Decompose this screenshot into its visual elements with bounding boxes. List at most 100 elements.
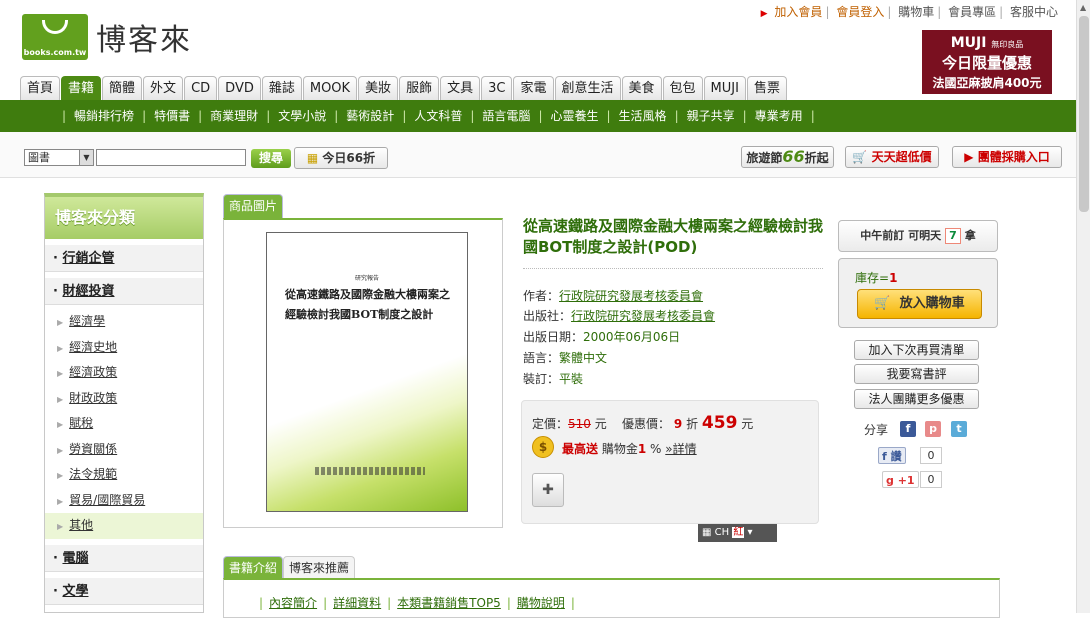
subnav-item[interactable]: 文學小說 — [278, 109, 326, 123]
sidebar-subitem[interactable]: ▶ 經濟學 — [45, 309, 203, 335]
facebook-like-button[interactable]: f 讚 — [878, 447, 906, 464]
corporate-purchase-button[interactable]: 法人團購更多優惠 — [854, 389, 979, 409]
author-link[interactable]: 行政院研究發展考核委員會 — [559, 289, 703, 303]
content-intro-link[interactable]: 內容簡介 — [269, 596, 317, 610]
search-input[interactable] — [96, 149, 246, 166]
main-tab[interactable]: CD — [184, 76, 218, 100]
sidebar-cat-computer[interactable]: · 電腦 — [45, 543, 203, 572]
page-scrollbar[interactable]: ▲ — [1076, 0, 1090, 613]
sidebar-subitem[interactable]: ▶ 經濟史地 — [45, 335, 203, 361]
daily-low-price-button[interactable]: 🛒 天天超低價 — [845, 146, 939, 168]
gplus-button[interactable]: g +1 — [882, 471, 919, 488]
service-center-link[interactable]: 客服中心 — [1010, 5, 1058, 19]
cover-publisher-mark — [315, 467, 425, 475]
arrow-right-icon: ▶ — [57, 394, 64, 404]
main-tab[interactable]: 文具 — [440, 76, 481, 100]
write-review-button[interactable]: 我要寫書評 — [854, 364, 979, 384]
main-tab[interactable]: 雜誌 — [261, 76, 302, 100]
sale-price: 459 — [701, 413, 738, 433]
search-bar: 圖書 ▼ 搜尋 ▦ 今日66折 旅遊節66折起 🛒 天天超低價 ▶ 團體採購入口 — [0, 132, 1076, 178]
bonus-detail-link[interactable]: »詳情 — [665, 442, 696, 456]
subnav-item[interactable]: 心靈養生 — [550, 109, 598, 123]
logo-mark: books.com.tw — [22, 14, 88, 60]
search-button[interactable]: 搜尋 — [251, 149, 291, 168]
stock-box: 庫存=1 🛒 放入購物車 — [838, 258, 998, 328]
member-area-link[interactable]: 會員專區 — [948, 5, 996, 19]
publisher-link[interactable]: 行政院研究發展考核委員會 — [571, 309, 715, 323]
member-login-link[interactable]: 會員登入 — [836, 5, 884, 19]
sidebar-title: 博客來分類 — [45, 197, 203, 239]
subnav-item[interactable]: 藝術設計 — [346, 109, 394, 123]
facebook-icon[interactable]: f — [900, 421, 916, 437]
today-66-button[interactable]: ▦ 今日66折 — [294, 147, 388, 169]
shopping-info-link[interactable]: 購物說明 — [517, 596, 565, 610]
plurk-icon[interactable]: p — [925, 421, 941, 437]
join-member-link[interactable]: 加入會員 — [774, 5, 822, 19]
main-tab[interactable]: 書籍 — [61, 76, 102, 100]
sidebar-cat-literature[interactable]: · 文學 — [45, 576, 203, 605]
sidebar-cat-finance[interactable]: · 財經投資 — [45, 277, 203, 305]
sidebar-cat-marketing[interactable]: · 行銷企管 — [45, 244, 203, 272]
subnav-item[interactable]: 商業理財 — [210, 109, 258, 123]
scroll-up-icon[interactable]: ▲ — [1080, 3, 1086, 12]
main-tab[interactable]: 包包 — [662, 76, 703, 100]
arrow-right-icon: ▶ — [57, 471, 64, 480]
wishlist-button[interactable]: 加入下次再買清單 — [854, 340, 979, 360]
sidebar-subitem[interactable]: ▶ 法令規範 — [45, 462, 203, 488]
muji-brand-sub: 無印良品 — [991, 40, 1024, 49]
arrow-right-icon: ▶ — [57, 343, 64, 353]
main-tab[interactable]: 服飾 — [399, 76, 440, 100]
tab-product-image[interactable]: 商品圖片 — [223, 194, 284, 218]
arrow-right-icon: ▶ — [57, 522, 64, 531]
travel-fest-button[interactable]: 旅遊節66折起 — [741, 146, 834, 168]
sidebar-subitem[interactable]: ▶ 賦稅 — [45, 411, 203, 437]
main-tab[interactable]: 簡體 — [102, 76, 143, 100]
muji-ad-banner[interactable]: MUJI 無印良品 今日限量優惠 法國亞麻披肩400元 — [922, 30, 1052, 94]
main-tab[interactable]: 美食 — [621, 76, 662, 100]
smile-icon — [42, 20, 68, 34]
search-category-select[interactable]: 圖書 ▼ — [24, 149, 94, 166]
subnav-item[interactable]: 專業考用 — [755, 109, 803, 123]
subnav-item[interactable]: 語言電腦 — [482, 109, 530, 123]
tab-recommend[interactable]: 博客來推薦 — [283, 556, 356, 580]
author-row: 作者：行政院研究發展考核委員會 — [523, 289, 704, 303]
ime-toolbar[interactable]: ▦ CH 紅 ▾ — [698, 524, 777, 542]
subnav-item[interactable]: 暢銷排行榜 — [74, 109, 134, 123]
site-logo[interactable]: books.com.tw 博客來 — [22, 14, 192, 60]
main-tab[interactable]: 創意生活 — [554, 76, 621, 100]
main-tab[interactable]: 首頁 — [20, 76, 61, 100]
gplus-count: 0 — [920, 471, 942, 488]
scrollbar-thumb[interactable] — [1079, 16, 1089, 212]
add-to-cart-button[interactable]: 🛒 放入購物車 — [857, 289, 982, 319]
main-tab[interactable]: MOOK — [302, 76, 358, 100]
book-cover-image[interactable]: 研究報告 從高速鐵路及國際金融大樓兩案之經驗檢討我國BOT制度之設計 — [266, 232, 468, 512]
cart-link[interactable]: 購物車 — [898, 5, 934, 19]
subnav-item[interactable]: 人文科普 — [414, 109, 462, 123]
language-row: 語言：繁體中文 — [523, 351, 608, 365]
sidebar-subitem[interactable]: ▶ 經濟政策 — [45, 360, 203, 386]
sidebar-subitem[interactable]: ▶ 財政政策 — [45, 386, 203, 412]
subnav-item[interactable]: 特價書 — [154, 109, 190, 123]
chevron-down-icon: ▼ — [79, 150, 93, 165]
subnav-item[interactable]: 生活風格 — [619, 109, 667, 123]
subnav-item[interactable]: 親子共享 — [687, 109, 735, 123]
main-tab[interactable]: 3C — [481, 76, 513, 100]
main-tab[interactable]: DVD — [218, 76, 261, 100]
main-tab[interactable]: 家電 — [513, 76, 554, 100]
twitter-icon[interactable]: t — [951, 421, 967, 437]
main-tab[interactable]: 美妝 — [358, 76, 399, 100]
details-link[interactable]: 詳細資料 — [333, 596, 381, 610]
top5-link[interactable]: 本類書籍銷售TOP5 — [397, 596, 501, 610]
main-tabs: 首頁 書籍 簡體 外文 CD DVD 雜誌 MOOK 美妝 服飾 文具 3C 家電 創意生活 美食 包包 MUJ… — [20, 76, 788, 100]
sidebar-subitem[interactable]: ▶ 貿易/國際貿易 — [45, 488, 203, 514]
sidebar-subitem[interactable]: ▶ 勞資關係 — [45, 437, 203, 463]
sidebar-subitem[interactable]: ▶ 其他 — [45, 513, 203, 539]
main-tab[interactable]: MUJI — [703, 76, 746, 100]
muji-line1: 今日限量優惠 — [941, 54, 1032, 72]
group-purchase-button[interactable]: ▶ 團體採購入口 — [952, 146, 1062, 168]
arrow-right-icon: ▶ — [57, 318, 64, 327]
pin-icon[interactable]: ✚ — [532, 473, 564, 507]
main-tab[interactable]: 外文 — [143, 76, 184, 100]
main-tab[interactable]: 售票 — [746, 76, 787, 100]
tab-book-intro[interactable]: 書籍介紹 — [223, 556, 284, 580]
